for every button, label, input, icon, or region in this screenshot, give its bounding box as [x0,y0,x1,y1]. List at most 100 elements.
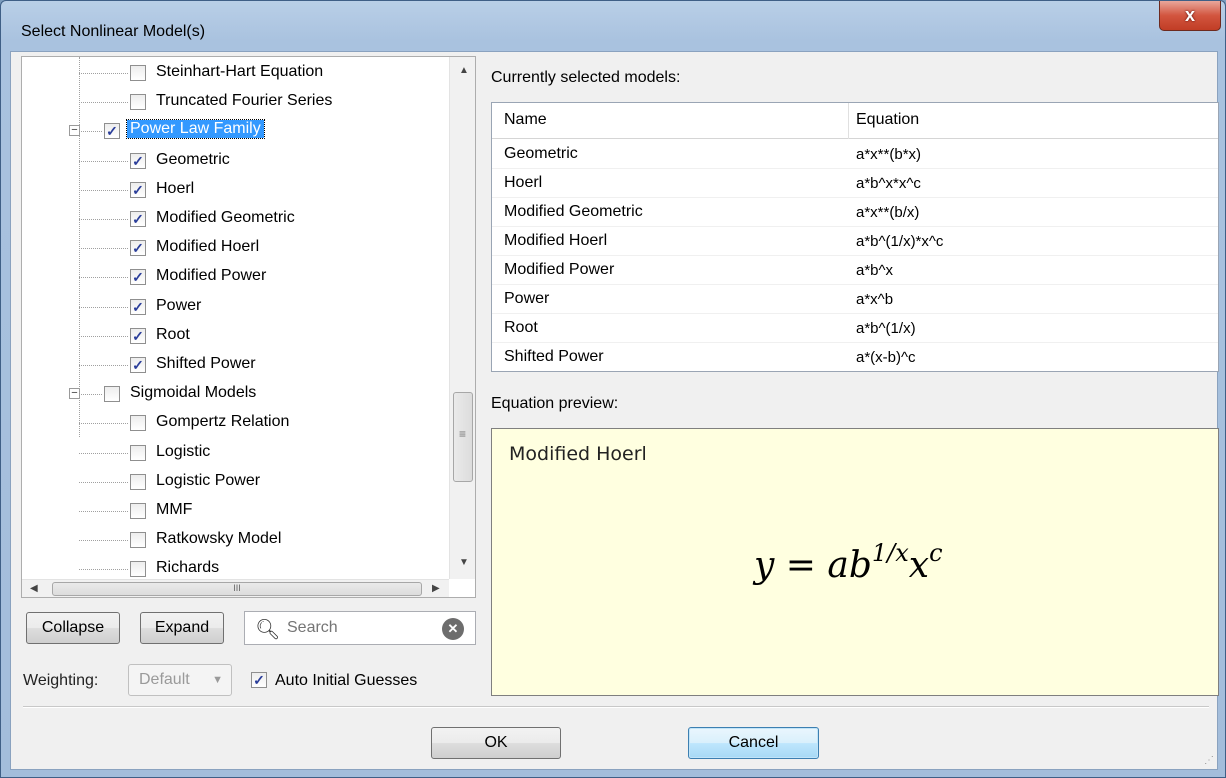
tree-connector [79,189,128,191]
equation-base: y = ab [754,545,872,586]
auto-guesses-checkbox[interactable]: ✓ [251,672,267,688]
tree-item-label[interactable]: Power Law Family [126,119,265,140]
tree-item-checkbox[interactable] [130,473,146,490]
table-row[interactable]: Modified Hoerl a*b^(1/x)*x^c [492,227,1218,256]
table-row[interactable]: Root a*b^(1/x) [492,314,1218,343]
collapse-button[interactable]: Collapse [26,612,120,644]
tree-item-label[interactable]: Gompertz Relation [156,413,289,431]
tree-item-label[interactable]: Root [156,326,190,344]
model-tree[interactable]: Steinhart-Hart Equation Truncated Fourier… [21,56,476,598]
tree-item-checkbox[interactable] [130,415,146,432]
tree-connector [79,569,128,571]
tree-item[interactable]: ✓ Hoerl [22,176,442,205]
tree-item-checkbox[interactable] [130,532,146,549]
tree-item[interactable]: Steinhart-Hart Equation [22,59,442,88]
tree-item[interactable]: Logistic Power [22,468,442,497]
auto-guesses-label[interactable]: Auto Initial Guesses [275,672,417,690]
column-header-name[interactable]: Name [504,111,547,129]
model-equation-cell: a*x**(b*x) [856,146,922,163]
selected-models-table[interactable]: Name Equation Geometric a*x**(b*x) Hoerl a*… [491,102,1219,372]
tree-item-checkbox[interactable]: ✓ [130,327,146,344]
table-row[interactable]: Shifted Power a*(x-b)^c [492,343,1218,371]
close-button[interactable]: x [1159,1,1221,31]
tree-item[interactable]: ✓ Geometric [22,147,442,176]
tree-group[interactable]: − Sigmoidal Models [22,380,442,409]
column-header-equation[interactable]: Equation [856,111,919,129]
table-row[interactable]: Power a*x^b [492,285,1218,314]
tree-item-checkbox[interactable]: ✓ [130,152,146,169]
tree-horizontal-scrollbar[interactable]: ◀ III ▶ [22,579,449,597]
table-row[interactable]: Modified Geometric a*x**(b/x) [492,198,1218,227]
tree-item-checkbox[interactable]: ✓ [130,269,146,286]
scroll-left-icon[interactable]: ◀ [30,583,38,594]
tree-group[interactable]: − ✓ Power Law Family [22,117,442,146]
table-row[interactable]: Hoerl a*b^x*x^c [492,169,1218,198]
tree-scroll-thumb[interactable]: ≡ [453,392,473,482]
expand-button[interactable]: Expand [140,612,224,644]
tree-item-checkbox[interactable] [104,386,120,403]
clear-search-icon[interactable]: ✕ [442,618,464,640]
model-equation-cell: a*b^x*x^c [856,175,921,192]
tree-item[interactable]: Logistic [22,439,442,468]
model-equation-cell: a*b^(1/x)*x^c [856,233,944,250]
preview-model-name: Modified Hoerl [509,443,647,465]
tree-item-label[interactable]: Power [156,297,201,315]
table-row[interactable]: Modified Power a*b^x [492,256,1218,285]
tree-item-label[interactable]: Modified Power [156,267,266,285]
tree-item[interactable]: Ratkowsky Model [22,526,442,555]
tree-item-label[interactable]: Modified Geometric [156,209,295,227]
tree-item-checkbox[interactable] [130,503,146,519]
model-name-cell: Hoerl [504,174,543,191]
search-box[interactable]: 🔍︎ ✕ [244,611,476,645]
tree-item-checkbox[interactable]: ✓ [130,181,146,198]
model-equation-cell: a*x^b [856,291,894,308]
tree-hscroll-thumb[interactable]: III [52,582,422,596]
table-row[interactable]: Geometric a*x**(b*x) [492,140,1218,169]
tree-item-label[interactable]: Geometric [156,151,230,169]
tree-item-label[interactable]: Hoerl [156,180,194,198]
tree-item[interactable]: Truncated Fourier Series [22,88,442,117]
resize-grip-icon[interactable]: ⋰ [1204,755,1214,766]
cancel-button[interactable]: Cancel [688,727,819,759]
column-divider[interactable] [848,103,849,139]
dialog-window: Select Nonlinear Model(s) x Steinhart-Ha… [0,0,1226,778]
tree-item-checkbox[interactable]: ✓ [130,298,146,315]
tree-item-label[interactable]: Ratkowsky Model [156,530,281,548]
tree-item-label[interactable]: Steinhart-Hart Equation [156,63,323,81]
tree-item[interactable]: ✓ Modified Power [22,263,442,292]
title-bar[interactable]: Select Nonlinear Model(s) x [1,1,1225,51]
tree-item[interactable]: ✓ Modified Geometric [22,205,442,234]
tree-item-label[interactable]: Logistic Power [156,472,260,490]
ok-button[interactable]: OK [431,727,561,759]
tree-item-label[interactable]: MMF [156,501,192,519]
tree-item-label[interactable]: Sigmoidal Models [130,384,256,402]
search-input[interactable] [285,616,425,640]
tree-item-checkbox[interactable] [130,94,146,111]
tree-item-checkbox[interactable] [130,561,146,578]
tree-item[interactable]: MMF [22,497,442,526]
tree-item-label[interactable]: Shifted Power [156,355,256,373]
weighting-value: Default [139,671,190,688]
scroll-down-icon[interactable]: ▼ [459,557,469,568]
model-name-cell: Modified Power [504,261,615,278]
tree-item-checkbox[interactable] [130,65,146,81]
tree-item[interactable]: Gompertz Relation [22,409,442,438]
tree-item[interactable]: ✓ Root [22,322,442,351]
tree-item-label[interactable]: Truncated Fourier Series [156,92,332,110]
tree-item-checkbox[interactable] [130,444,146,461]
tree-item-label[interactable]: Logistic [156,443,210,461]
tree-item[interactable]: ✓ Power [22,293,442,322]
tree-item-label[interactable]: Modified Hoerl [156,238,259,256]
tree-connector [79,452,128,454]
scroll-right-icon[interactable]: ▶ [432,583,440,594]
tree-item-checkbox[interactable]: ✓ [130,211,146,227]
scroll-up-icon[interactable]: ▲ [459,65,469,76]
tree-item[interactable]: ✓ Modified Hoerl [22,234,442,263]
tree-vertical-scrollbar[interactable]: ▲ ≡ ▼ [449,57,475,579]
tree-item[interactable]: ✓ Shifted Power [22,351,442,380]
tree-item-checkbox[interactable]: ✓ [104,123,120,140]
tree-item-checkbox[interactable]: ✓ [130,357,146,373]
tree-item-checkbox[interactable]: ✓ [130,240,146,257]
weighting-select[interactable]: Default ▼ [128,664,232,696]
tree-item-label[interactable]: Richards [156,559,219,577]
